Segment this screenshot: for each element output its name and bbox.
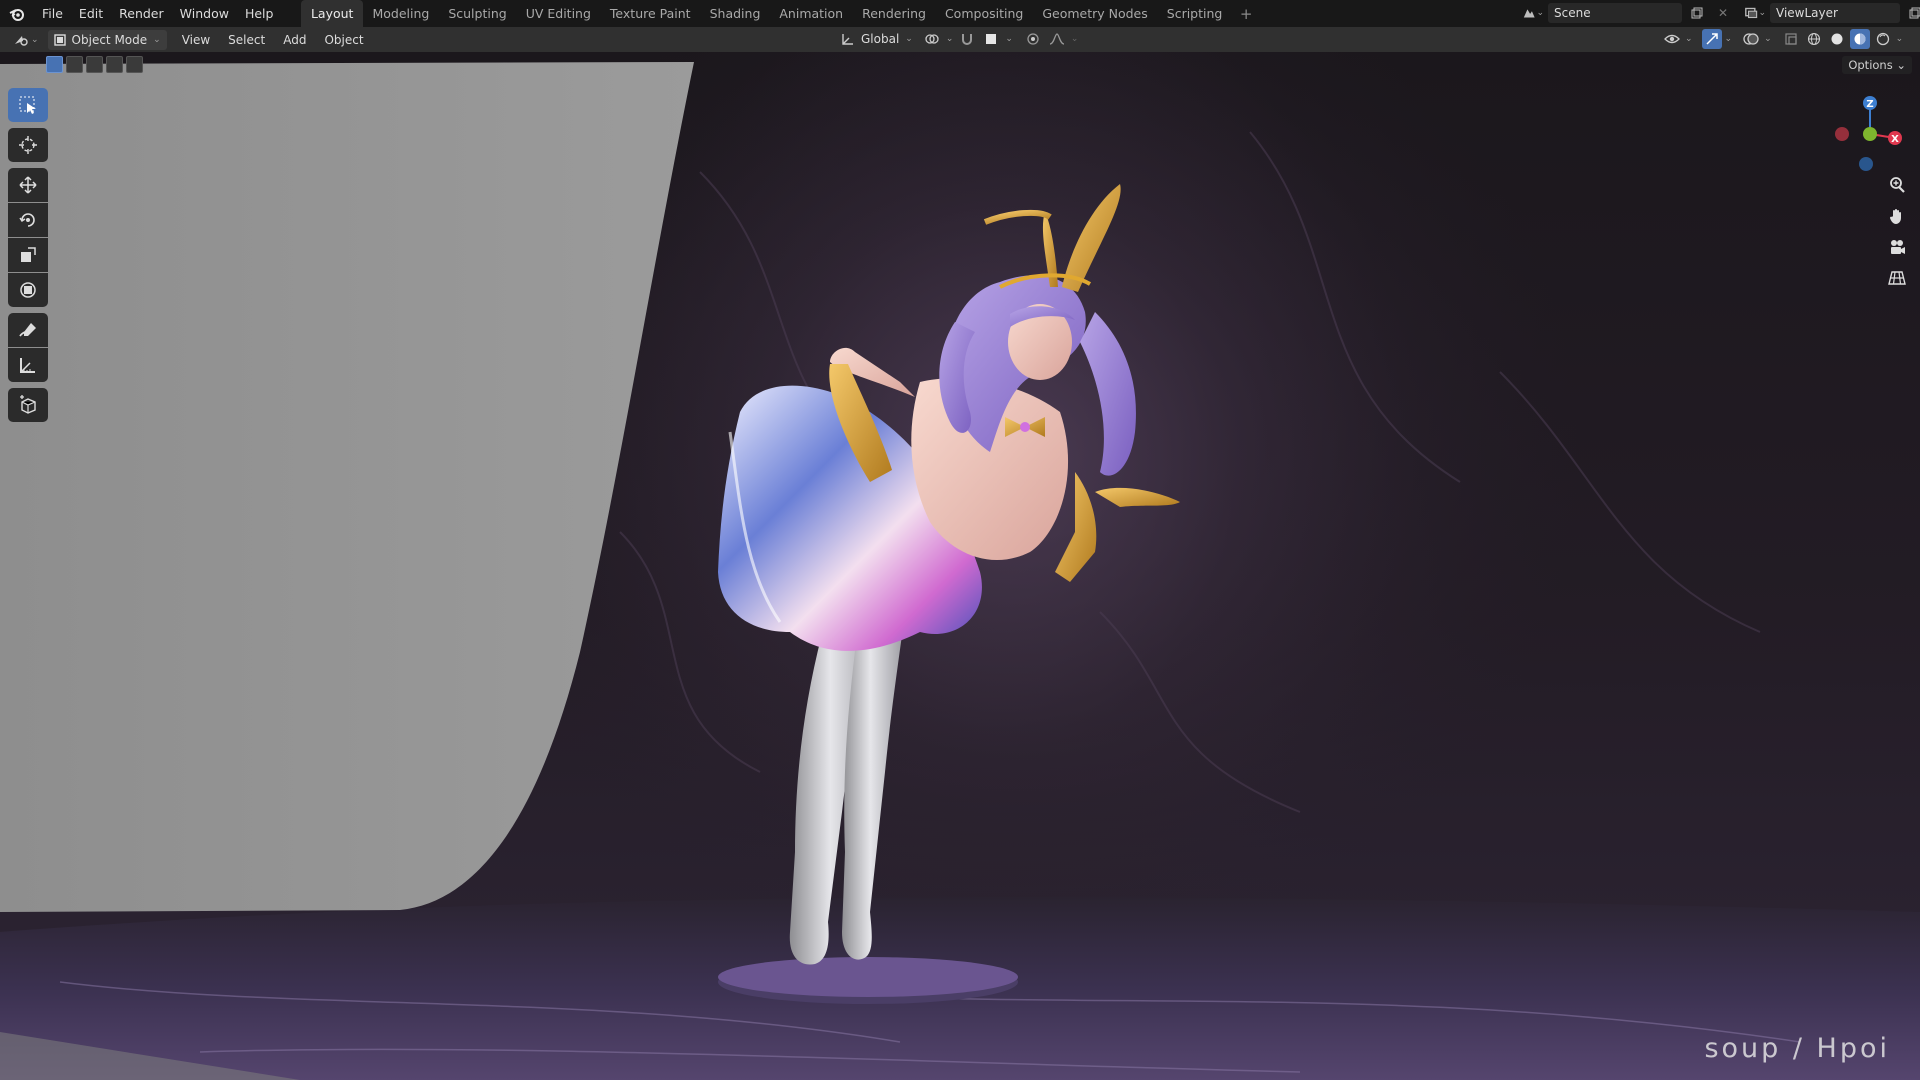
navigation-gizmo[interactable]: Z X [1820,84,1920,174]
menu-render[interactable]: Render [111,0,172,27]
tab-animation[interactable]: Animation [770,0,853,27]
viewport-header: ⌄ Object Mode ⌄ View Select Add Object G… [0,27,1920,52]
scene-render [0,52,1920,1080]
view-layer-icon[interactable]: ⌄ [1744,3,1766,23]
tab-scripting[interactable]: Scripting [1157,0,1232,27]
transform-tool[interactable] [8,273,48,307]
chevron-down-icon: ⌄ [153,34,161,45]
tab-rendering[interactable]: Rendering [853,0,936,27]
rotate-tool[interactable] [8,203,48,237]
select-new-icon[interactable] [46,56,63,73]
watermark-text: soup / Hpoi [1704,1033,1890,1064]
top-bar: File Edit Render Window Help Layout Mode… [0,0,1920,27]
gizmo-toggle-icon[interactable] [1701,29,1722,49]
blender-logo-icon[interactable] [0,0,34,27]
select-subtract-icon[interactable] [86,56,103,73]
delete-scene-icon[interactable]: ✕ [1712,3,1734,23]
snap-target-icon[interactable] [981,29,1001,49]
menu-help[interactable]: Help [237,0,282,27]
menu-file[interactable]: File [34,0,71,27]
navigation-controls [1884,172,1910,296]
new-scene-icon[interactable] [1686,3,1708,23]
gizmo-z-label: Z [1866,99,1873,110]
workspace-tabs: Layout Modeling Sculpting UV Editing Tex… [301,0,1260,27]
menu-view[interactable]: View [173,33,219,47]
tab-geometry-nodes[interactable]: Geometry Nodes [1033,0,1157,27]
pivot-point-icon[interactable] [922,29,942,49]
select-box-tool[interactable] [8,88,48,122]
snap-icon[interactable] [957,29,977,49]
select-extend-icon[interactable] [66,56,83,73]
proportional-editing-icon[interactable] [1023,29,1043,49]
tab-shading[interactable]: Shading [700,0,770,27]
measure-tool[interactable] [8,348,48,382]
transform-settings: Global ⌄ ⌄ ⌄ ⌄ [836,29,1078,49]
main-menu: File Edit Render Window Help [34,0,281,27]
tab-sculpting[interactable]: Sculpting [439,0,516,27]
menu-select[interactable]: Select [219,33,274,47]
orientation-dropdown[interactable]: Global ⌄ [836,29,918,49]
zoom-icon[interactable] [1884,172,1910,198]
3d-viewport[interactable]: Options ⌄ Z X soup / Hpoi [0,52,1920,1080]
options-dropdown[interactable]: Options ⌄ [1842,56,1912,74]
annotate-tool[interactable] [8,313,48,347]
perspective-grid-icon[interactable] [1884,265,1910,291]
object-mode-label: Object Mode [71,32,148,47]
visibility-icon[interactable] [1662,29,1682,49]
options-label: Options [1848,58,1893,72]
camera-icon[interactable] [1884,234,1910,260]
overlays-icon[interactable] [1741,29,1761,49]
figure-bowtie-gem [1020,422,1030,432]
object-mode-dropdown[interactable]: Object Mode ⌄ [47,29,167,50]
add-cube-tool[interactable] [8,388,48,422]
orientation-label: Global [861,32,900,46]
xray-icon[interactable] [1781,29,1801,49]
falloff-icon[interactable] [1047,29,1067,49]
menu-object[interactable]: Object [315,33,372,47]
select-invert-icon[interactable] [106,56,123,73]
menu-edit[interactable]: Edit [71,0,111,27]
cursor-tool[interactable] [8,128,48,162]
scene-selector-area: ⌄ Scene ✕ ⌄ ViewLayer ✕ [1522,3,1920,23]
viewport-shading-tools: ⌄ ⌄ ⌄ ⌄ [1662,29,1903,49]
scale-tool[interactable] [8,238,48,272]
tool-shelf [8,88,48,423]
gizmo-y-axis[interactable] [1863,127,1877,141]
selection-mode-buttons [46,56,143,73]
tab-layout[interactable]: Layout [301,0,363,27]
view-layer-field[interactable]: ViewLayer [1770,3,1900,23]
material-shading-icon[interactable] [1849,29,1870,49]
wireframe-shading-icon[interactable] [1804,29,1824,49]
scene-field[interactable]: Scene [1548,3,1682,23]
scene-icon[interactable]: ⌄ [1522,3,1544,23]
select-intersect-icon[interactable] [126,56,143,73]
gizmo-x-label: X [1891,134,1899,145]
pan-hand-icon[interactable] [1884,203,1910,229]
tab-uv-editing[interactable]: UV Editing [516,0,600,27]
tab-modeling[interactable]: Modeling [363,0,439,27]
figure-base-top [718,957,1018,997]
move-tool[interactable] [8,168,48,202]
new-view-layer-icon[interactable] [1904,3,1920,23]
editor-type-button[interactable]: ⌄ [8,30,44,50]
menu-window[interactable]: Window [172,0,237,27]
rendered-shading-icon[interactable] [1873,29,1893,49]
gizmo-neg-x-axis[interactable] [1835,127,1849,141]
gizmo-neg-z-axis[interactable] [1859,157,1873,171]
tab-compositing[interactable]: Compositing [935,0,1032,27]
add-workspace-button[interactable]: + [1232,5,1261,23]
solid-shading-icon[interactable] [1827,29,1847,49]
tab-texture-paint[interactable]: Texture Paint [600,0,700,27]
menu-add[interactable]: Add [274,33,315,47]
